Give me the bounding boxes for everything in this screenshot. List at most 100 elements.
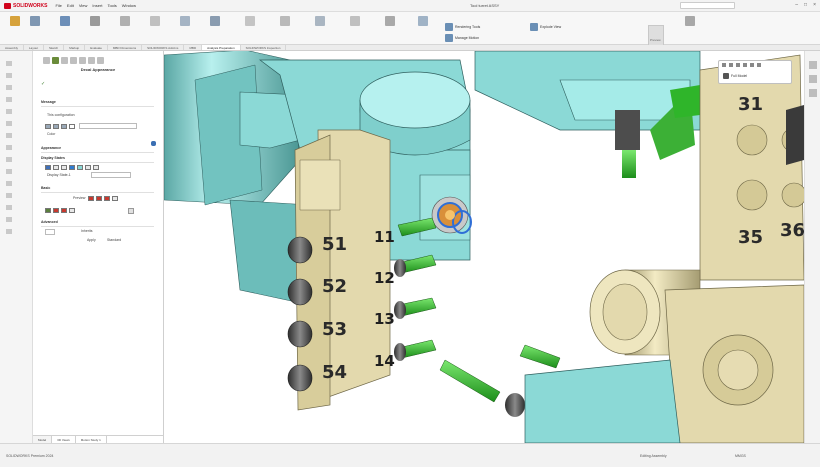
menu-file[interactable]: File bbox=[55, 3, 61, 8]
tab-addins[interactable]: SOLIDWORKS Add-Ins bbox=[142, 45, 185, 50]
open-icon[interactable] bbox=[30, 16, 40, 26]
close-icon[interactable]: × bbox=[813, 2, 816, 8]
reference-geometry-icon[interactable] bbox=[280, 16, 290, 26]
preview-button[interactable] bbox=[648, 25, 664, 47]
tab-3d-views[interactable]: 3D Views bbox=[52, 436, 76, 443]
explode-view-button[interactable]: Explode View bbox=[530, 21, 561, 33]
cam-icon[interactable] bbox=[88, 57, 95, 64]
preview-swatch[interactable] bbox=[88, 195, 94, 201]
section-message[interactable]: Message bbox=[41, 99, 154, 107]
expand-icon[interactable] bbox=[97, 57, 104, 64]
tool-block-right[interactable]: 31 35 36 bbox=[699, 54, 804, 281]
scope-selector[interactable] bbox=[45, 229, 55, 235]
pan-icon[interactable] bbox=[729, 63, 733, 67]
section-advanced[interactable]: Advanced bbox=[41, 219, 154, 227]
hide-show-icon[interactable] bbox=[750, 63, 754, 67]
tab-markup[interactable]: Markup bbox=[64, 45, 86, 50]
display-style-icon[interactable] bbox=[743, 63, 747, 67]
full-model-button[interactable]: Full Model bbox=[723, 73, 747, 79]
new-icon[interactable] bbox=[10, 16, 20, 26]
tab-layout[interactable]: Layout bbox=[24, 45, 45, 50]
feature-tree-icon[interactable] bbox=[43, 57, 50, 64]
toolbar-icon[interactable] bbox=[6, 73, 12, 78]
toolbar-icon[interactable] bbox=[6, 61, 12, 66]
menu-edit[interactable]: Edit bbox=[67, 3, 74, 8]
manage-motion-button[interactable]: Manage Motion bbox=[445, 32, 479, 44]
toolbar-icon[interactable] bbox=[6, 97, 12, 102]
color-swatch[interactable] bbox=[53, 123, 59, 129]
instant3d-icon[interactable] bbox=[418, 16, 428, 26]
app-logo[interactable]: SOLIDWORKS bbox=[4, 2, 47, 9]
smart-fasteners-icon[interactable] bbox=[150, 16, 160, 26]
tab-mbd[interactable]: MBD bbox=[184, 45, 203, 50]
display-manager-icon[interactable] bbox=[79, 57, 86, 64]
apply-swatch[interactable] bbox=[53, 207, 59, 213]
tab-sketch[interactable]: Sketch bbox=[44, 45, 65, 50]
menu-window[interactable]: Window bbox=[122, 3, 136, 8]
state-swatch[interactable] bbox=[45, 164, 51, 170]
turret-top-right[interactable] bbox=[474, 51, 701, 178]
show-hidden-icon[interactable] bbox=[210, 16, 220, 26]
color-swatch[interactable] bbox=[61, 123, 67, 129]
exploded-view-icon[interactable] bbox=[385, 16, 395, 26]
zoom-icon[interactable] bbox=[722, 63, 726, 67]
preview-swatch[interactable] bbox=[112, 195, 118, 201]
state-swatch[interactable] bbox=[53, 164, 59, 170]
menu-view[interactable]: View bbox=[79, 3, 88, 8]
toolbar-icon[interactable] bbox=[6, 85, 12, 90]
units-selector[interactable]: MMGS bbox=[735, 454, 746, 458]
toolbar-icon[interactable] bbox=[6, 193, 12, 198]
toolbar-icon[interactable] bbox=[6, 217, 12, 222]
ok-icon[interactable]: ✓ bbox=[41, 81, 45, 87]
graphics-area[interactable]: 51 52 53 54 11 12 13 14 31 35 36 bbox=[164, 51, 804, 443]
toolbar-icon[interactable] bbox=[6, 121, 12, 126]
toolbar-icon[interactable] bbox=[6, 133, 12, 138]
state-swatch[interactable] bbox=[61, 164, 67, 170]
tab-evaluate[interactable]: Evaluate bbox=[85, 45, 108, 50]
mate-icon[interactable] bbox=[90, 16, 100, 26]
appearance-icon[interactable] bbox=[757, 63, 761, 67]
color-picker-icon[interactable] bbox=[151, 141, 156, 146]
menu-tools[interactable]: Tools bbox=[107, 3, 116, 8]
preview-swatch[interactable] bbox=[104, 195, 110, 201]
view-orientation-icon[interactable] bbox=[736, 63, 740, 67]
section-basic[interactable]: Basic bbox=[41, 185, 154, 193]
state-swatch[interactable] bbox=[77, 164, 83, 170]
settings-icon[interactable] bbox=[685, 16, 695, 26]
tab-assembly[interactable]: Assembly bbox=[0, 45, 25, 50]
property-manager-icon[interactable] bbox=[52, 57, 59, 64]
tab-motion-study[interactable]: Motion Study 1 bbox=[76, 436, 107, 443]
maximize-icon[interactable]: □ bbox=[804, 2, 807, 8]
display-state-field[interactable] bbox=[91, 172, 131, 178]
insert-components-icon[interactable] bbox=[60, 16, 70, 26]
toolbar-icon[interactable] bbox=[6, 205, 12, 210]
toolbar-icon[interactable] bbox=[6, 169, 12, 174]
tab-inspection[interactable]: SOLIDWORKS Inspection bbox=[241, 45, 287, 50]
state-swatch[interactable] bbox=[93, 164, 99, 170]
toolbar-icon[interactable] bbox=[6, 157, 12, 162]
menu-insert[interactable]: Insert bbox=[92, 3, 102, 8]
toolbar-icon[interactable] bbox=[6, 109, 12, 114]
toolbar-icon[interactable] bbox=[6, 145, 12, 150]
config-manager-icon[interactable] bbox=[61, 57, 68, 64]
apply-swatch[interactable] bbox=[45, 207, 51, 213]
bill-of-materials-icon[interactable] bbox=[350, 16, 360, 26]
toolbar-icon[interactable] bbox=[6, 181, 12, 186]
tab-mbd-dimensions[interactable]: MBD Dimensions bbox=[108, 45, 143, 50]
task-pane-explorer-icon[interactable] bbox=[809, 89, 817, 97]
teal-block-bottom[interactable] bbox=[524, 359, 681, 443]
apply-swatch[interactable] bbox=[61, 207, 67, 213]
section-display-states[interactable]: Display States bbox=[41, 155, 154, 163]
apply-swatch[interactable] bbox=[69, 207, 75, 213]
linear-pattern-icon[interactable] bbox=[120, 16, 130, 26]
checkbox[interactable] bbox=[128, 208, 134, 214]
color-swatch[interactable] bbox=[45, 123, 51, 129]
dimxpert-icon[interactable] bbox=[70, 57, 77, 64]
task-pane-home-icon[interactable] bbox=[809, 61, 817, 69]
tab-analysis-preparation[interactable]: Analysis Preparation bbox=[202, 45, 241, 50]
appearance-field[interactable] bbox=[79, 123, 137, 129]
new-motion-study-icon[interactable] bbox=[315, 16, 325, 26]
preview-swatch[interactable] bbox=[96, 195, 102, 201]
state-swatch[interactable] bbox=[69, 164, 75, 170]
color-swatch[interactable] bbox=[69, 123, 75, 129]
